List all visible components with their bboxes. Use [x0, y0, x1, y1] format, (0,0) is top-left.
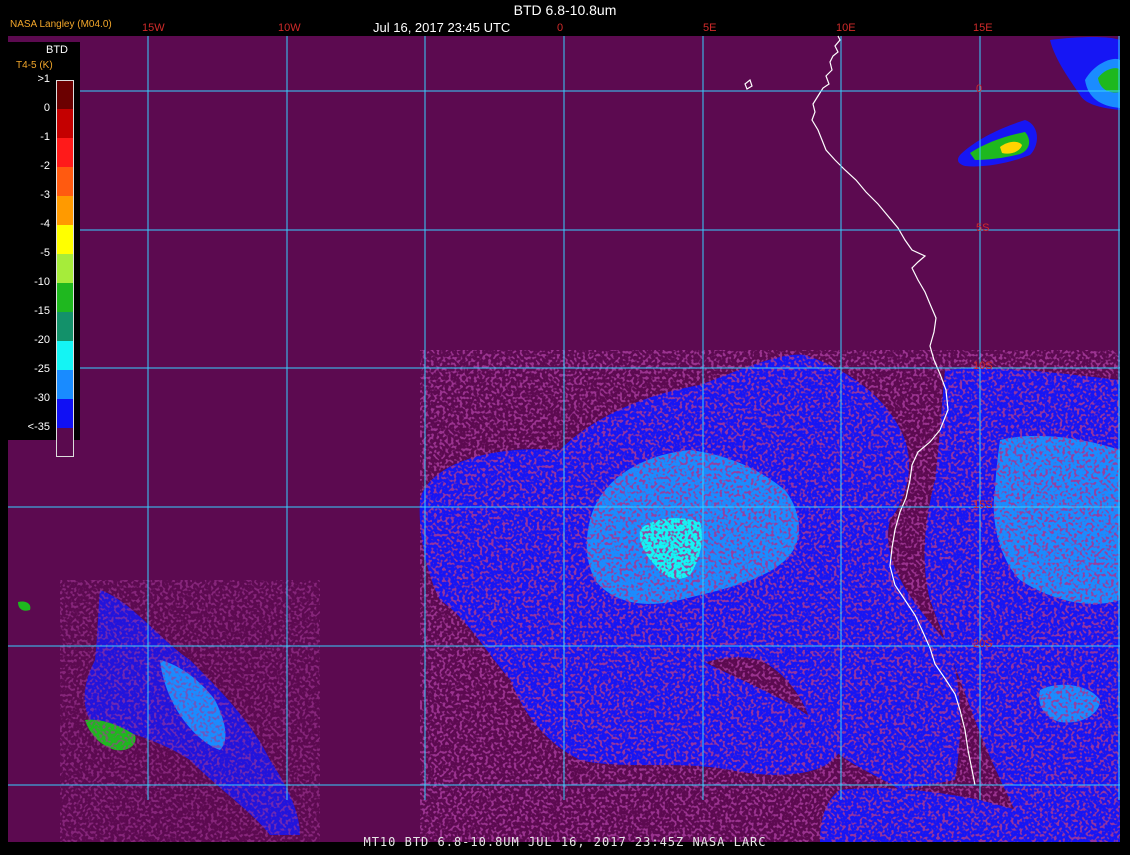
lon-label-15w: 15W — [142, 22, 165, 34]
legend-swatch — [56, 254, 74, 283]
legend-label: -4 — [40, 218, 50, 230]
legend-swatch — [56, 109, 74, 138]
lon-label-15e: 15E — [973, 22, 993, 34]
legend-swatch — [56, 138, 74, 167]
legend-swatch — [56, 196, 74, 225]
legend-label: 0 — [43, 102, 50, 114]
legend-label: -1 — [40, 131, 50, 143]
legend-swatch — [56, 225, 74, 254]
legend-label: -3 — [40, 189, 50, 201]
lat-label-10s: 10S — [973, 360, 993, 372]
product-title: BTD 6.8-10.8um — [513, 2, 617, 18]
legend-label: -25 — [34, 363, 50, 375]
lon-label-0: 0 — [557, 22, 564, 34]
legend-label: >1 — [37, 73, 50, 85]
legend-swatch — [56, 312, 74, 341]
lat-label-20s: 20S — [973, 638, 993, 650]
legend-label: -5 — [40, 247, 50, 259]
legend-swatch — [56, 341, 74, 370]
lat-label-5s: 5S — [976, 222, 990, 234]
legend-label: -30 — [34, 392, 50, 404]
timestamp: Jul 16, 2017 23:45 UTC — [373, 20, 511, 35]
legend-label: -10 — [34, 276, 50, 288]
legend-swatch — [56, 167, 74, 196]
legend-label: -2 — [40, 160, 50, 172]
legend-label: -20 — [34, 334, 50, 346]
legend-swatch — [56, 80, 74, 109]
lat-lon-grid — [8, 36, 1120, 800]
color-legend: BTD T4-5 (K) >1 0 -1 -2 -3 -4 -5 -10 -15 -20 -25 -3… — [8, 42, 80, 457]
satellite-image: NASA Langley (M04.0) BTD 6.8-10.8um Jul … — [0, 0, 1130, 850]
legend-swatch — [56, 399, 74, 428]
legend-swatch — [56, 370, 74, 399]
footer-caption: MT10 BTD 6.8-10.8UM JUL 16, 2017 23:45Z … — [363, 835, 767, 849]
provider-credit: NASA Langley (M04.0) — [10, 19, 112, 30]
legend-swatch — [56, 283, 74, 312]
legend-title: BTD — [46, 44, 68, 56]
legend-label: <-35 — [27, 421, 50, 433]
lon-label-10w: 10W — [278, 22, 301, 34]
legend-swatch — [56, 428, 74, 457]
lat-label-15s: 15S — [973, 499, 993, 511]
legend-label: -15 — [34, 305, 50, 317]
legend-units: T4-5 (K) — [16, 60, 53, 71]
lat-label-0: 0 — [976, 83, 983, 95]
lon-label-5e: 5E — [703, 22, 717, 34]
lon-label-10e: 10E — [836, 22, 856, 34]
